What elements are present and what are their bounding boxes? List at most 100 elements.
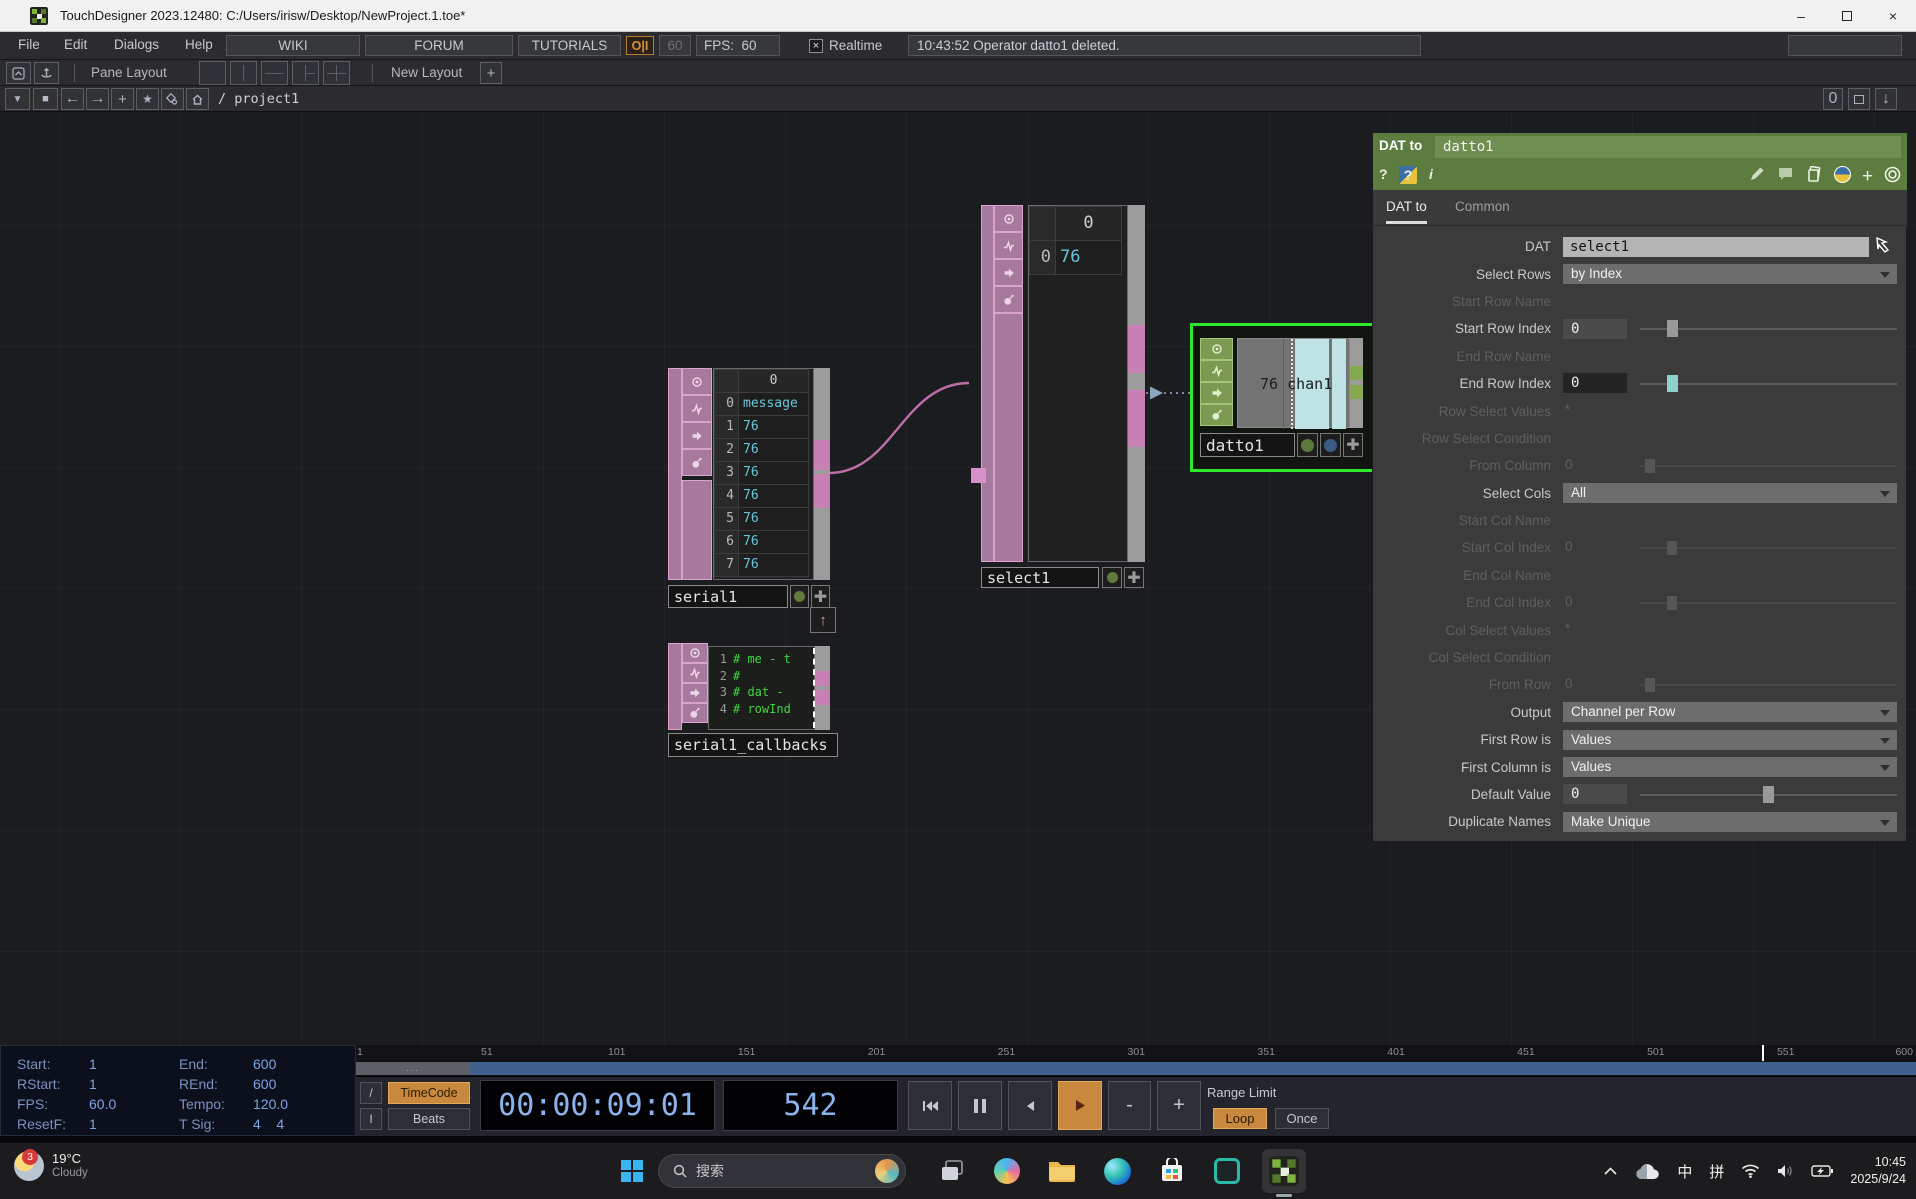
timeline-info-value[interactable]: 600 <box>253 1076 276 1092</box>
realtime-toggle[interactable]: × Realtime <box>809 38 882 53</box>
add-parameter-icon[interactable]: + <box>1862 166 1873 188</box>
pane-maximize-button[interactable] <box>6 62 31 84</box>
taskbar-clock[interactable]: 10:45 2025/9/24 <box>1850 1154 1906 1188</box>
layout-left-right-split-button[interactable] <box>292 61 319 85</box>
callbacks-code-viewer[interactable]: 1# me - t2#3# dat -4# rowInd <box>708 646 815 730</box>
op-picker-icon[interactable] <box>1874 235 1896 262</box>
edit-pencil-icon[interactable] <box>1749 166 1765 185</box>
ime-language-icon[interactable]: 中 <box>1677 1161 1692 1182</box>
param-slider-handle[interactable] <box>1667 320 1678 337</box>
tutorials-button[interactable]: TUTORIALS <box>518 35 621 56</box>
op-name-field[interactable]: datto1 <box>1435 136 1901 158</box>
bullseye-icon[interactable] <box>1884 166 1901 186</box>
timeline-info-value[interactable]: 1 <box>89 1056 97 1072</box>
param-slider-handle[interactable] <box>1667 375 1678 392</box>
tray-chevron-icon[interactable] <box>1604 1167 1617 1175</box>
ime-mode-icon[interactable]: 拼 <box>1709 1161 1724 1182</box>
menu-file[interactable]: File <box>18 37 40 52</box>
forward-button[interactable]: → <box>86 88 109 110</box>
target-flag-icon[interactable] <box>994 205 1023 232</box>
range-bar-fill[interactable] <box>470 1062 1916 1075</box>
datto1-name-label[interactable]: datto1 <box>1200 433 1295 457</box>
param-dropdown[interactable]: All <box>1563 483 1897 503</box>
param-value-field[interactable]: 0 <box>1563 319 1627 339</box>
target-flag-icon[interactable] <box>682 368 712 395</box>
pane-anchor-button[interactable] <box>34 62 59 84</box>
menu-edit[interactable]: Edit <box>64 37 87 52</box>
datto1-output-connector-2[interactable] <box>1350 385 1363 399</box>
timeline-info-value[interactable]: 1 <box>89 1076 97 1092</box>
param-dropdown[interactable]: Values <box>1563 757 1897 777</box>
serial1-add-flag[interactable]: ✚ <box>811 585 830 608</box>
layout-single-button[interactable] <box>199 61 226 85</box>
bomb-flag-icon[interactable] <box>682 449 712 476</box>
copilot-icon[interactable] <box>990 1154 1024 1188</box>
arrow-flag-icon[interactable] <box>994 259 1023 286</box>
menu-help[interactable]: Help <box>185 37 213 52</box>
target-flag-icon[interactable] <box>1200 338 1233 360</box>
pulse-flag-icon[interactable] <box>1200 360 1233 382</box>
fps-box[interactable]: FPS: 60 <box>696 35 780 56</box>
param-dropdown[interactable]: Values <box>1563 730 1897 750</box>
wifi-icon[interactable] <box>1741 1164 1760 1178</box>
param-slider-handle[interactable] <box>1763 786 1774 803</box>
oi-midi-badge[interactable]: O|I <box>626 36 654 55</box>
play-speed-plus-button[interactable]: + <box>1157 1081 1201 1130</box>
timeline-info-value[interactable]: 60.0 <box>89 1096 116 1112</box>
search-box[interactable]: 搜索 <box>658 1154 906 1188</box>
bomb-flag-icon[interactable] <box>1200 404 1233 426</box>
edge-browser-icon[interactable] <box>1100 1154 1134 1188</box>
select1-display-flag[interactable] <box>1102 567 1122 588</box>
timeline-info-value[interactable]: 1 <box>89 1116 97 1132</box>
forum-button[interactable]: FORUM <box>365 35 513 56</box>
node-select1[interactable]: 0076 select1 ✚ <box>981 205 1145 588</box>
serial1-table-viewer[interactable]: 00message176276376476576676776 <box>713 368 814 580</box>
comment-icon[interactable] <box>1777 166 1794 185</box>
pane-type-dropdown[interactable]: ▼ <box>5 88 30 110</box>
home-button[interactable] <box>186 88 209 110</box>
select1-input-connector[interactable] <box>971 468 986 483</box>
param-value-field[interactable]: 0 <box>1563 784 1627 804</box>
arrow-flag-icon[interactable] <box>1200 382 1233 404</box>
bookmark-button[interactable]: ★ <box>136 88 159 110</box>
menu-dialogs[interactable]: Dialogs <box>114 37 159 52</box>
callbacks-output-connector[interactable] <box>815 671 830 686</box>
jump-to-start-button[interactable] <box>908 1081 952 1130</box>
timeline-info-value[interactable]: 600 <box>253 1056 276 1072</box>
datto1-add-flag[interactable]: ✚ <box>1343 433 1363 457</box>
bomb-flag-icon[interactable] <box>994 286 1023 313</box>
node-serial1[interactable]: 00message176276376476576676776 serial1 ✚ <box>668 368 834 608</box>
param-text-field[interactable]: select1 <box>1563 237 1869 257</box>
docked-dat-arrow-icon[interactable]: ↑ <box>810 607 836 633</box>
file-explorer-icon[interactable] <box>1045 1154 1079 1188</box>
param-slider-track[interactable] <box>1640 383 1897 385</box>
maximize-pane-button[interactable] <box>1848 88 1870 110</box>
select1-name-label[interactable]: select1 <box>981 567 1099 588</box>
teal-app-icon[interactable] <box>1210 1154 1244 1188</box>
maximize-button[interactable] <box>1824 0 1870 32</box>
breadcrumb-path[interactable]: / project1 <box>218 91 299 107</box>
node-serial1-callbacks[interactable]: 1# me - t2#3# dat -4# rowInd serial1_cal… <box>668 643 838 757</box>
beats-mode-button[interactable]: Beats <box>388 1108 470 1130</box>
timeline-info-value[interactable]: 120.0 <box>253 1096 288 1112</box>
param-slider-track[interactable] <box>1640 328 1897 330</box>
task-view-icon[interactable] <box>935 1154 969 1188</box>
pulse-flag-icon[interactable] <box>682 663 708 683</box>
timeline-ruler[interactable]: 151101151201251301351401451501551600 <box>356 1045 1916 1061</box>
serial1-output-connector-2[interactable] <box>814 474 830 508</box>
add-operator-button[interactable]: + <box>111 88 134 110</box>
serial1-name-label[interactable]: serial1 <box>668 585 788 608</box>
step-back-button[interactable] <box>1008 1081 1052 1130</box>
loop-button[interactable]: Loop <box>1213 1108 1267 1129</box>
select1-add-flag[interactable]: ✚ <box>1124 567 1144 588</box>
param-value-field[interactable]: 0 <box>1563 373 1627 393</box>
select1-output-connector-2[interactable] <box>1128 390 1145 447</box>
tab-common[interactable]: Common <box>1455 199 1510 221</box>
collapse-pane-button[interactable]: ↓ <box>1875 88 1897 110</box>
minimize-button[interactable]: – <box>1778 0 1824 32</box>
param-dropdown[interactable]: by Index <box>1563 264 1897 284</box>
arrow-flag-icon[interactable] <box>682 683 708 703</box>
info-icon[interactable]: i <box>1429 166 1433 182</box>
datto1-output-connector[interactable] <box>1350 366 1363 380</box>
pause-button[interactable] <box>958 1081 1002 1130</box>
